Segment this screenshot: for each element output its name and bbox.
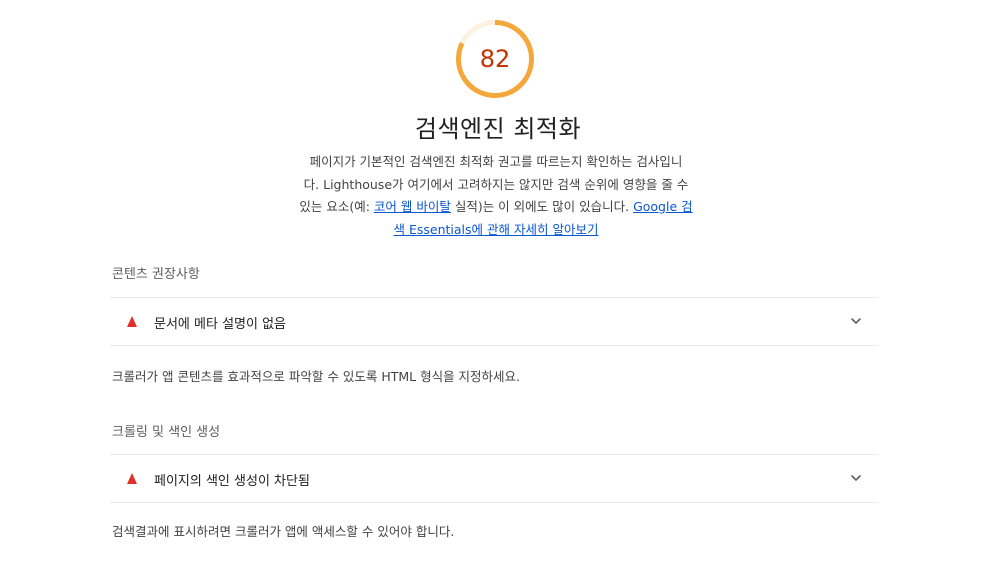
category-title: 검색엔진 최적화 [414, 115, 582, 143]
category-description: 페이지가 기본적인 검색엔진 최적화 권고를 따르는지 확인하는 검사입니 다.… [276, 151, 716, 241]
chevron-down-icon[interactable] [850, 472, 862, 484]
warning-triangle-icon [127, 473, 137, 484]
chevron-down-icon[interactable] [850, 315, 862, 327]
description-text: 다. Lighthouse가 여기에서 고려하지는 않지만 검색 순위에 영향을… [303, 176, 689, 192]
group-title-content: 콘텐츠 권장사항 [112, 267, 200, 282]
group-description: 크롤러가 앱 콘텐츠를 효과적으로 파악할 수 있도록 HTML 형식을 지정하… [112, 369, 521, 384]
audit-title: 문서에 메타 설명이 없음 [154, 317, 286, 332]
learn-more-link[interactable]: Google 검 [633, 199, 693, 214]
score-value: 82 [479, 45, 511, 73]
description-text: 실적)는 이 외에도 많이 있습니다. [450, 199, 634, 214]
learn-more-link-continued[interactable]: 색 Essentials에 관해 자세히 알아보기 [394, 222, 599, 237]
description-text: 페이지가 기본적인 검색엔진 최적화 권고를 따르는지 확인하는 검사입니 [309, 154, 683, 169]
group-title-crawling: 크롤링 및 색인 생성 [112, 425, 221, 440]
warning-triangle-icon [127, 316, 137, 327]
seo-category-section: 82 검색엔진 최적화 페이지가 기본적인 검색엔진 최적화 권고를 따르는지 … [0, 0, 996, 562]
description-text: 있는 요소(예: [299, 199, 374, 214]
core-web-vitals-link[interactable]: 코어 웹 바이탈 [374, 199, 451, 214]
group-description: 검색결과에 표시하려면 크롤러가 앱에 액세스할 수 있어야 합니다. [112, 524, 455, 539]
audit-meta-description[interactable]: 문서에 메타 설명이 없음 [110, 297, 878, 346]
audit-title: 페이지의 색인 생성이 차단됨 [154, 474, 310, 489]
score-gauge: 82 [455, 19, 535, 99]
audit-is-crawlable[interactable]: 페이지의 색인 생성이 차단됨 [110, 454, 878, 503]
